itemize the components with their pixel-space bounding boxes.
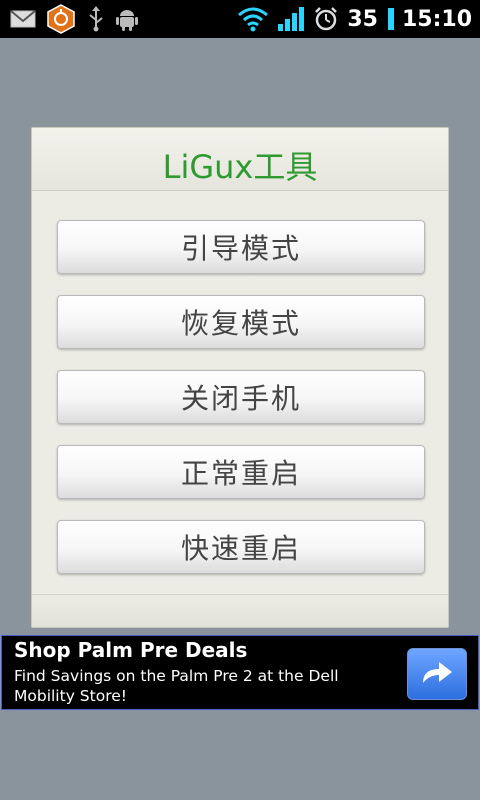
- dialog-footer: [32, 594, 448, 627]
- status-bar-notifications: [10, 4, 138, 34]
- status-bar: 35 15:10: [0, 0, 480, 38]
- dialog-body: 引导模式 恢复模式 关闭手机 正常重启 快速重启: [32, 191, 448, 596]
- usb-icon: [86, 6, 106, 32]
- dialog-header: LiGux工具: [32, 128, 448, 191]
- alarm-icon: [313, 6, 339, 32]
- recovery-mode-button[interactable]: 恢复模式: [57, 295, 425, 349]
- ad-text: Find Savings on the Palm Pre 2 at the De…: [14, 667, 339, 705]
- arrow-right-icon: [419, 657, 455, 691]
- ad-title: Shop Palm Pre Deals: [14, 638, 248, 662]
- android-debug-icon: [116, 7, 138, 31]
- app-notification-icon: [46, 4, 76, 34]
- status-time: 15:10: [401, 6, 472, 32]
- wifi-icon: [237, 6, 269, 32]
- power-off-button[interactable]: 关闭手机: [57, 370, 425, 424]
- status-bar-system: 35 15:10: [237, 4, 472, 34]
- dialog-title: LiGux工具: [162, 148, 318, 186]
- normal-reboot-button[interactable]: 正常重启: [57, 445, 425, 499]
- battery-icon: [387, 8, 394, 30]
- bootloader-mode-button[interactable]: 引导模式: [57, 220, 425, 274]
- fast-reboot-button[interactable]: 快速重启: [57, 520, 425, 574]
- tool-dialog: LiGux工具 引导模式 恢复模式 关闭手机 正常重启 快速重启: [31, 127, 449, 628]
- ad-go-button[interactable]: [407, 648, 467, 700]
- ad-banner[interactable]: Shop Palm Pre Deals Find Savings on the …: [1, 635, 479, 710]
- signal-icon: [277, 6, 305, 32]
- gmail-icon: [10, 9, 36, 29]
- battery-level: 35: [347, 6, 378, 32]
